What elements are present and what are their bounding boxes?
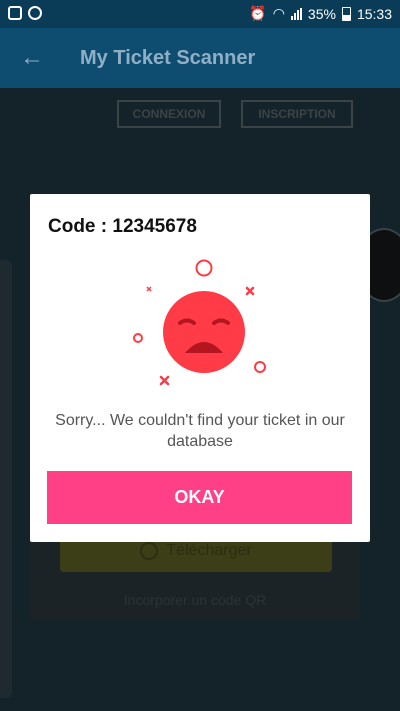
embed-qr-link[interactable]: Incorporer un code QR xyxy=(30,592,360,608)
sad-face-icon xyxy=(133,259,266,386)
clock: 15:33 xyxy=(356,5,392,22)
left-card xyxy=(0,260,12,698)
image-notification-icon xyxy=(8,6,22,20)
alarm-icon: ⏰ xyxy=(249,5,267,21)
dialog-title: Code : 12345678 xyxy=(48,216,197,237)
status-bar: ⏰ ◠ 35% 15:33 xyxy=(0,0,400,28)
tab-connexion[interactable]: CONNEXION xyxy=(117,100,221,128)
wifi-icon: ◠ xyxy=(272,5,285,21)
download-icon xyxy=(140,542,159,560)
battery-icon xyxy=(341,6,351,21)
okay-button[interactable]: OKAY xyxy=(47,471,352,524)
tab-inscription[interactable]: INSCRIPTION xyxy=(241,100,353,128)
browser-notification-icon xyxy=(28,6,42,20)
arrow-left-icon[interactable]: ← xyxy=(20,46,44,70)
error-dialog: Code : 12345678 Sorry... We couldn't fin… xyxy=(30,194,370,542)
app-bar: ← My Ticket Scanner xyxy=(0,28,400,88)
signal-icon xyxy=(290,7,302,20)
battery-percent: 35% xyxy=(307,5,336,22)
error-message: Sorry... We couldn't find your ticket in… xyxy=(55,412,345,450)
app-title: My Ticket Scanner xyxy=(80,47,256,69)
download-label: Télécharger xyxy=(166,542,252,559)
